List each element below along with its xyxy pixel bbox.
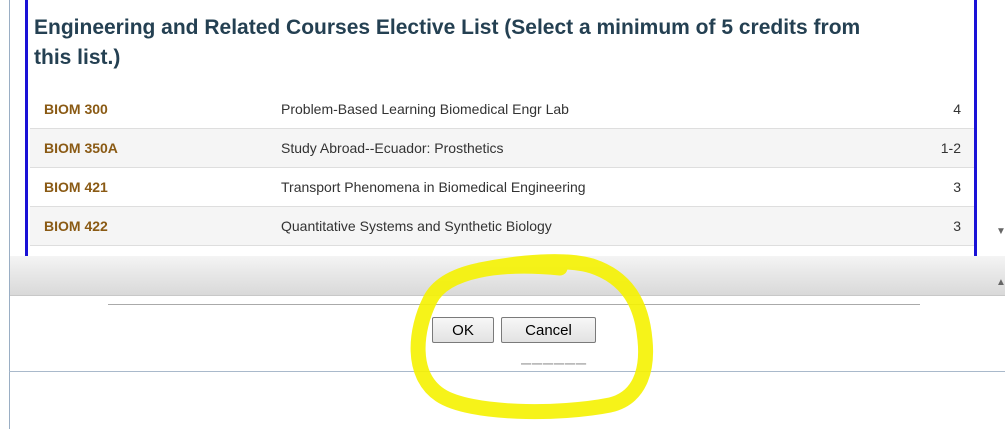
elective-list-heading: Engineering and Related Courses Elective…	[34, 13, 974, 73]
table-row: BIOM 422 Quantitative Systems and Synthe…	[30, 206, 974, 246]
scroll-down-arrow-icon[interactable]: ▼	[996, 226, 1005, 237]
dialog-button-bar	[10, 256, 1005, 296]
page: Engineering and Related Courses Elective…	[0, 0, 1005, 429]
heading-line-2: this list.)	[34, 46, 121, 69]
course-code-link[interactable]: BIOM 422	[44, 218, 108, 234]
table-row: BIOM 350A Study Abroad--Ecuador: Prosthe…	[30, 128, 974, 168]
course-credits: 3	[881, 206, 974, 246]
course-table: BIOM 300 Problem-Based Learning Biomedic…	[30, 90, 974, 246]
course-code-link[interactable]: BIOM 300	[44, 101, 108, 117]
course-credits: 3	[881, 167, 974, 207]
course-title: Transport Phenomena in Biomedical Engine…	[281, 167, 881, 207]
course-title: Study Abroad--Ecuador: Prosthetics	[281, 128, 881, 168]
elective-list-panel: Engineering and Related Courses Elective…	[25, 0, 977, 256]
outer-frame-left-border	[9, 0, 10, 429]
course-credits: 4	[881, 90, 974, 129]
heading-line-1: Engineering and Related Courses Elective…	[34, 16, 861, 39]
course-code-link[interactable]: BIOM 421	[44, 179, 108, 195]
course-title: Problem-Based Learning Biomedical Engr L…	[281, 90, 881, 129]
cancel-button[interactable]: Cancel	[501, 317, 596, 343]
table-row: BIOM 421 Transport Phenomena in Biomedic…	[30, 167, 974, 207]
scroll-up-arrow-icon[interactable]: ▲	[996, 277, 1005, 288]
course-code-link[interactable]: BIOM 350A	[44, 140, 118, 156]
course-title: Quantitative Systems and Synthetic Biolo…	[281, 206, 881, 246]
outer-frame-divider	[9, 371, 1005, 372]
ok-button[interactable]: OK	[432, 317, 494, 343]
divider	[108, 304, 920, 305]
course-credits: 1-2	[881, 128, 974, 168]
table-row: BIOM 300 Problem-Based Learning Biomedic…	[30, 90, 974, 129]
